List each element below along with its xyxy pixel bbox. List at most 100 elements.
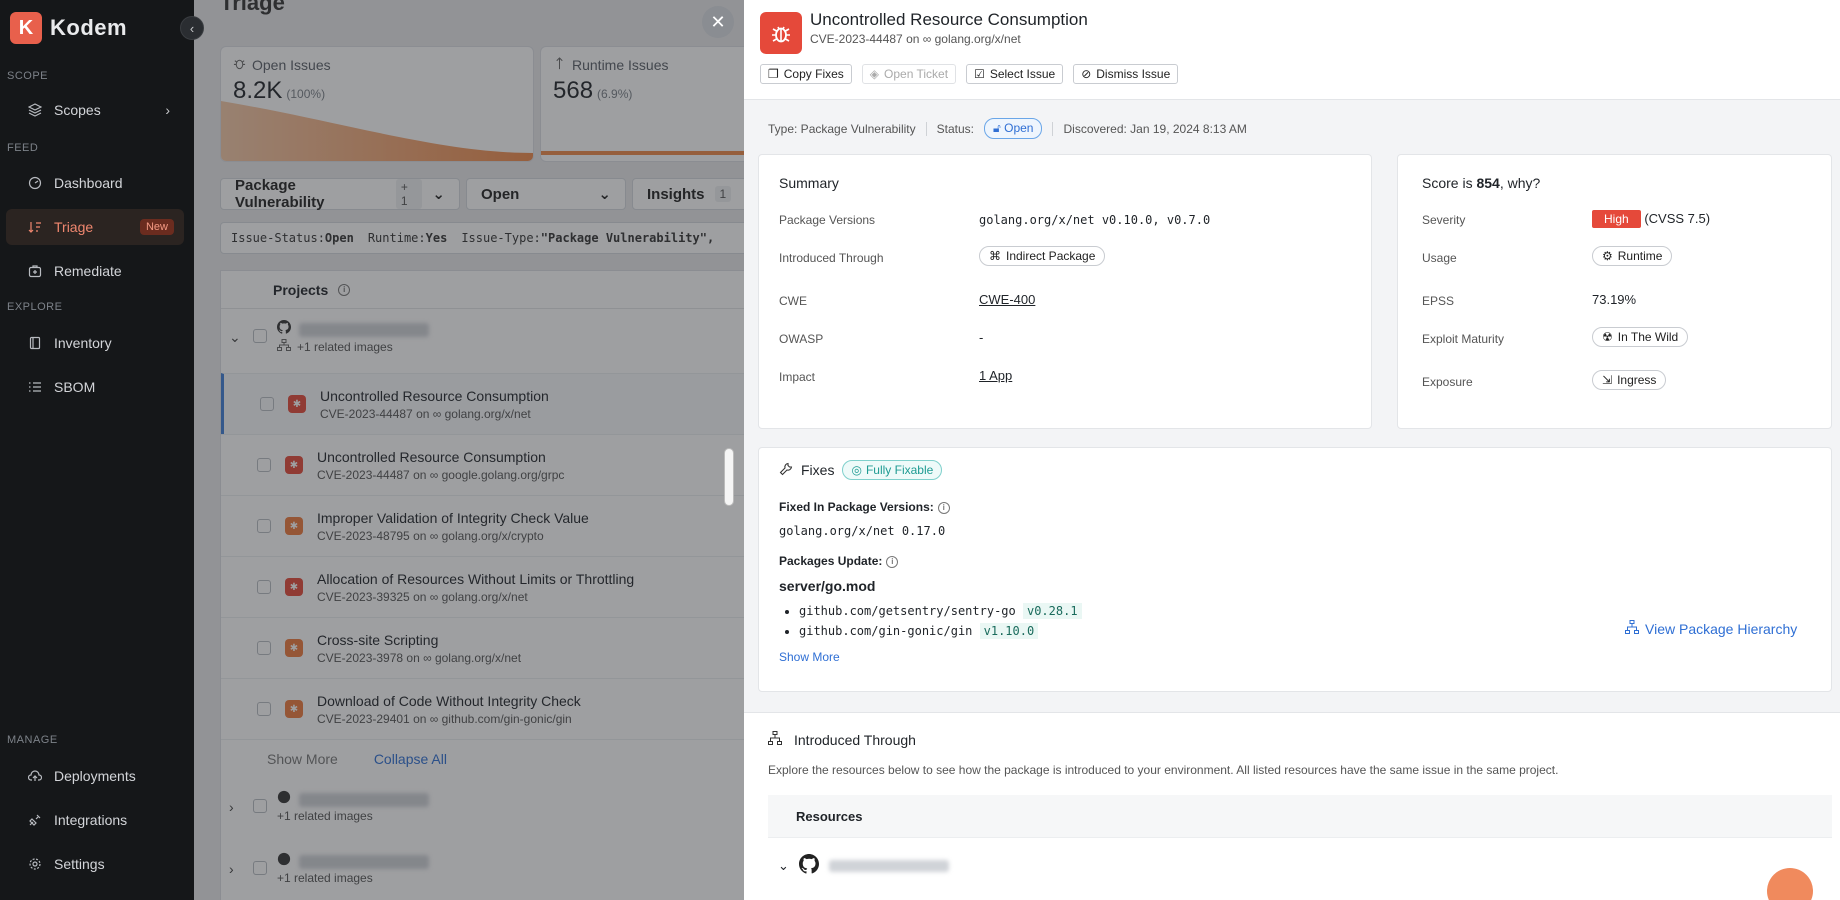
close-drawer-button[interactable]: ✕ [702,6,734,38]
select-issue-button[interactable]: ☑ Select Issue [966,64,1064,84]
section-manage: MANAGE [7,734,58,746]
row-checkbox[interactable] [253,861,267,875]
label: Exploit Maturity [1422,332,1505,346]
gear-icon [28,857,42,871]
filter-label: Package Vulnerability [235,177,325,211]
row-checkbox[interactable] [257,641,271,655]
table-row[interactable]: ✱ Improper Validation of Integrity Check… [221,495,744,556]
scrollbar-thumb[interactable] [724,448,734,506]
chip-key: Runtime: [367,231,426,245]
sidebar-item-integrations[interactable]: Integrations [6,802,184,838]
related-images-text: +1 related images [297,339,393,354]
stat-card-open-issues[interactable]: Open Issues 8.2K (100%) [220,46,534,162]
dismiss-issue-button[interactable]: ⊘ Dismiss Issue [1073,64,1179,84]
filter-status[interactable]: Open ⌄ [466,178,626,210]
row-checkbox[interactable] [257,580,271,594]
filter-count: + 1 [395,179,423,209]
sidebar-item-label: Integrations [54,812,128,828]
drawer-title: Uncontrolled Resource Consumption [810,10,1088,29]
severity-badge: High [1592,210,1641,228]
usage-tag: ⚙ Runtime [1592,246,1673,266]
copy-fixes-button[interactable]: ❐ Copy Fixes [760,64,852,84]
row-checkbox[interactable] [257,519,271,533]
project-name [277,851,429,869]
tag-label: In The Wild [1617,330,1679,344]
info-icon[interactable]: i [937,501,950,514]
gauge-icon [28,176,42,190]
issues-table: Projects i ⌄ +1 related images ✱ Uncontr… [220,270,744,900]
chevron-down-icon[interactable]: ⌄ [229,329,243,346]
table-row[interactable]: ✱ Download of Code Without Integrity Che… [221,678,744,739]
chevron-down-icon[interactable]: ⌄ [778,858,789,874]
filter-insights[interactable]: Insights 1 ⌄ [632,178,744,210]
stat-label-text: Runtime Issues [572,57,669,73]
stat-value-pct: (100%) [286,87,326,101]
row-checkbox[interactable] [253,799,267,813]
sidebar-item-remediate[interactable]: Remediate [6,253,184,289]
show-more-packages-link[interactable]: Show More [779,650,840,664]
label: Severity [1422,213,1466,227]
check-circle-icon: ◎ [851,463,862,477]
collapse-sidebar-button[interactable]: ‹ [180,16,204,40]
chevron-right-icon[interactable]: › [229,861,243,877]
table-row[interactable]: ✱ Uncontrolled Resource Consumption CVE-2… [221,373,744,434]
show-more-button[interactable]: Show More [267,751,338,767]
filter-chip[interactable]: Issue-Type:"Package Vulnerability", [461,231,714,245]
chip-key: Issue-Type: [461,231,541,245]
table-header: Projects i [221,271,744,309]
redacted-project-name [299,323,429,337]
filter-label: Insights [647,185,705,203]
impact-link[interactable]: 1 App [979,368,1012,383]
view-package-hierarchy-link[interactable]: View Package Hierarchy [1625,620,1797,637]
sidebar-item-triage[interactable]: Triage New [6,209,184,245]
filter-chip[interactable]: Runtime:Yes [368,231,447,245]
sidebar-item-label: Settings [54,856,105,872]
project-row[interactable]: › +1 related images [221,789,744,823]
table-row[interactable]: ✱ Uncontrolled Resource Consumption CVE-2… [221,434,744,495]
logo[interactable]: K Kodem [10,12,127,44]
filter-issue-type[interactable]: Package Vulnerability + 1 ⌄ [220,177,460,211]
issue-subtitle: CVE-2023-29401 on ∞ github.com/gin-gonic… [317,711,572,726]
button-label: Copy Fixes [783,67,844,81]
logo-name: Kodem [50,15,128,40]
sidebar-item-label: Dashboard [54,175,123,191]
row-checkbox[interactable] [257,458,271,472]
row-checkbox[interactable] [253,329,267,343]
sidebar-item-settings[interactable]: Settings [6,846,184,882]
project-row[interactable]: ⌄ +1 related images [221,319,744,354]
issue-text: Uncontrolled Resource Consumption CVE-202… [317,449,564,482]
stat-sparkline [221,101,533,161]
stat-card-runtime-issues[interactable]: Runtime Issues 568 (6.9%) [540,46,744,162]
label-text: Fixed In Package Versions: [779,500,934,514]
open-ticket-button[interactable]: ◈ Open Ticket [861,64,957,84]
sidebar-item-dashboard[interactable]: Dashboard [6,165,184,201]
info-icon[interactable]: i [886,555,899,568]
sidebar-item-sbom[interactable]: SBOM [6,369,184,405]
chevron-right-icon[interactable]: › [229,799,243,815]
sidebar-item-inventory[interactable]: Inventory [6,325,184,361]
resource-row[interactable]: ⌄ [768,837,1832,893]
sidebar-item-scopes[interactable]: Scopes › [6,92,184,128]
sidebar-item-deployments[interactable]: Deployments [6,758,184,794]
github-icon [277,852,291,869]
table-row[interactable]: ✱ Cross-site Scripting CVE-2023-3978 on ∞… [221,617,744,678]
info-icon[interactable]: i [338,283,351,296]
row-checkbox[interactable] [260,397,274,411]
introduced-through-tag[interactable]: ⌘ Indirect Package [979,246,1106,266]
hierarchy-icon [768,731,782,748]
badge-label: Fully Fixable [865,463,934,477]
row-checkbox[interactable] [257,702,271,716]
label: CWE [779,294,807,308]
table-row[interactable]: ✱ Allocation of Resources Without Limits… [221,556,744,617]
link-label: View Package Hierarchy [1645,620,1798,637]
filter-chip[interactable]: Issue-Status:Open [231,231,354,245]
bug-icon [233,57,246,73]
list-item: github.com/gin-gonic/gin v1.10.0 [799,623,1082,639]
score-heading[interactable]: Score is 854, why? [1422,175,1540,191]
project-row[interactable]: › +1 related images [221,851,744,885]
sidebar-item-label: Deployments [54,768,136,784]
cwe-link[interactable]: CWE-400 [979,292,1035,307]
fixed-in-label: Fixed In Package Versions: i [779,500,950,514]
logo-mark: K [10,12,42,44]
collapse-all-button[interactable]: Collapse All [374,751,447,767]
